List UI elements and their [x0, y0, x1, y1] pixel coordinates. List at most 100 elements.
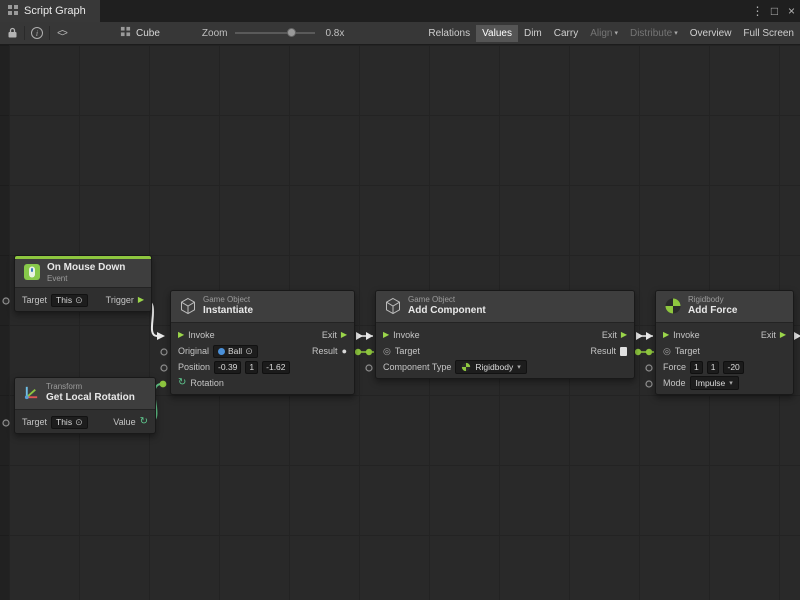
node-header-text: Game Object Instantiate: [203, 295, 253, 318]
code-glyph: <>: [57, 28, 67, 39]
result-port[interactable]: ●: [342, 347, 347, 356]
component-result-icon[interactable]: [620, 347, 627, 356]
result-label: Result: [312, 346, 338, 356]
object-picker-icon[interactable]: ⊙: [245, 347, 253, 356]
target-label: Target: [22, 417, 47, 427]
rotation-value-port[interactable]: ↻: [140, 417, 148, 427]
node-title: On Mouse Down: [47, 262, 125, 275]
maximize-icon[interactable]: □: [766, 0, 783, 22]
canvas-edge-shade: [0, 45, 9, 600]
game-object-cube-icon: [179, 297, 197, 317]
node-on-mouse-down[interactable]: On Mouse Down Event Target This ⊙ Trigge…: [14, 255, 152, 312]
node-header[interactable]: Game Object Instantiate: [171, 291, 354, 323]
dropdown-caret-icon: ▾: [729, 379, 733, 387]
component-type-dropdown[interactable]: Rigidbody ▾: [455, 360, 526, 374]
position-y-field[interactable]: 1: [245, 361, 258, 374]
force-y-field[interactable]: 1: [707, 361, 720, 374]
rigidbody-icon: [461, 362, 471, 372]
window-menu-icon[interactable]: ⋮: [749, 0, 766, 22]
target-port-icon[interactable]: ◎: [383, 347, 391, 356]
rotation-row: ↻ Rotation: [171, 375, 354, 391]
code-view-icon[interactable]: <>: [50, 22, 74, 44]
exit-label: Exit: [322, 330, 337, 340]
node-header-text: Game Object Add Component: [408, 295, 486, 318]
original-chip[interactable]: Ball ⊙: [213, 345, 258, 358]
rotation-port[interactable]: ↻: [178, 378, 186, 388]
mode-row: Mode Impulse ▾: [656, 375, 793, 391]
relations-button[interactable]: Relations: [422, 25, 476, 42]
zoom-slider[interactable]: [235, 26, 315, 40]
node-get-local-rotation[interactable]: Transform Get Local Rotation Target This…: [14, 377, 156, 434]
force-z-field[interactable]: -20: [723, 361, 743, 374]
zoom-slider-knob[interactable]: [287, 28, 296, 37]
position-label: Position: [178, 362, 210, 372]
carry-button[interactable]: Carry: [548, 25, 584, 42]
position-x-field[interactable]: -0.39: [214, 361, 241, 374]
node-header[interactable]: On Mouse Down Event: [15, 259, 151, 288]
node-subtitle: Event: [47, 274, 125, 284]
align-button[interactable]: Align ▾: [584, 25, 624, 42]
mode-label: Mode: [663, 378, 686, 388]
toolbar-buttons: Relations Values Dim Carry Align ▾ Distr…: [422, 22, 800, 44]
position-z-field[interactable]: -1.62: [262, 361, 289, 374]
node-header[interactable]: Rigidbody Add Force: [656, 291, 793, 323]
original-label: Original: [178, 346, 209, 356]
script-graph-window: Script Graph ⋮ □ × i <>: [0, 0, 800, 600]
exit-port[interactable]: ▶: [780, 331, 786, 339]
dim-button[interactable]: Dim: [518, 25, 548, 42]
graph-reference[interactable]: Cube: [120, 26, 160, 40]
trigger-port[interactable]: ▶: [138, 296, 144, 304]
object-picker-icon[interactable]: ⊙: [75, 296, 83, 305]
dropdown-caret-icon: ▾: [614, 29, 618, 37]
info-icon[interactable]: i: [25, 22, 49, 44]
object-picker-icon[interactable]: ⊙: [75, 418, 83, 427]
target-label: Target: [395, 346, 420, 356]
invoke-label: Invoke: [673, 330, 700, 340]
distribute-button[interactable]: Distribute ▾: [624, 25, 684, 42]
full-screen-button[interactable]: Full Screen: [737, 25, 800, 42]
exit-port[interactable]: ▶: [621, 331, 627, 339]
force-x-field[interactable]: 1: [690, 361, 703, 374]
titlebar: Script Graph ⋮ □ ×: [0, 0, 800, 22]
flow-row: ▶ Invoke Exit ▶: [376, 327, 634, 343]
node-header[interactable]: Transform Get Local Rotation: [15, 378, 155, 410]
target-label: Target: [675, 346, 700, 356]
node-body: Target This ⊙ Trigger ▶: [15, 288, 151, 311]
zoom-slider-track: [235, 32, 315, 34]
zoom-label: Zoom: [202, 28, 228, 39]
target-chip[interactable]: This ⊙: [51, 416, 88, 429]
node-add-force[interactable]: Rigidbody Add Force ▶ Invoke Exit ▶ ◎ Ta…: [655, 290, 794, 395]
exit-port[interactable]: ▶: [341, 331, 347, 339]
dropdown-caret-icon: ▾: [674, 29, 678, 37]
close-icon[interactable]: ×: [783, 0, 800, 22]
node-add-component[interactable]: Game Object Add Component ▶ Invoke Exit …: [375, 290, 635, 379]
target-row: ◎ Target Result: [376, 343, 634, 359]
exit-label: Exit: [602, 330, 617, 340]
result-label: Result: [590, 346, 616, 356]
node-title: Add Component: [408, 305, 486, 318]
tab-script-graph[interactable]: Script Graph: [0, 0, 100, 22]
values-button[interactable]: Values: [476, 25, 518, 42]
game-object-cube-icon: [384, 297, 402, 317]
component-type-label: Component Type: [383, 362, 451, 372]
node-title: Get Local Rotation: [46, 392, 135, 405]
target-chip[interactable]: This ⊙: [51, 294, 88, 307]
graph-asset-icon: [120, 26, 131, 40]
invoke-port[interactable]: ▶: [178, 331, 184, 339]
overview-button[interactable]: Overview: [684, 25, 738, 42]
exit-label: Exit: [761, 330, 776, 340]
flow-row: ▶ Invoke Exit ▶: [171, 327, 354, 343]
target-label: Target: [22, 295, 47, 305]
node-category: Rigidbody: [688, 295, 737, 305]
force-mode-dropdown[interactable]: Impulse ▾: [690, 376, 739, 390]
value-label: Value: [113, 417, 135, 427]
flow-row: ▶ Invoke Exit ▶: [656, 327, 793, 343]
invoke-port[interactable]: ▶: [663, 331, 669, 339]
dropdown-caret-icon: ▾: [517, 363, 521, 371]
component-type-row: Component Type Rigidbody ▾: [376, 359, 634, 375]
lock-icon[interactable]: [0, 22, 24, 44]
node-instantiate[interactable]: Game Object Instantiate ▶ Invoke Exit ▶ …: [170, 290, 355, 395]
target-port-icon[interactable]: ◎: [663, 347, 671, 356]
invoke-port[interactable]: ▶: [383, 331, 389, 339]
node-header[interactable]: Game Object Add Component: [376, 291, 634, 323]
